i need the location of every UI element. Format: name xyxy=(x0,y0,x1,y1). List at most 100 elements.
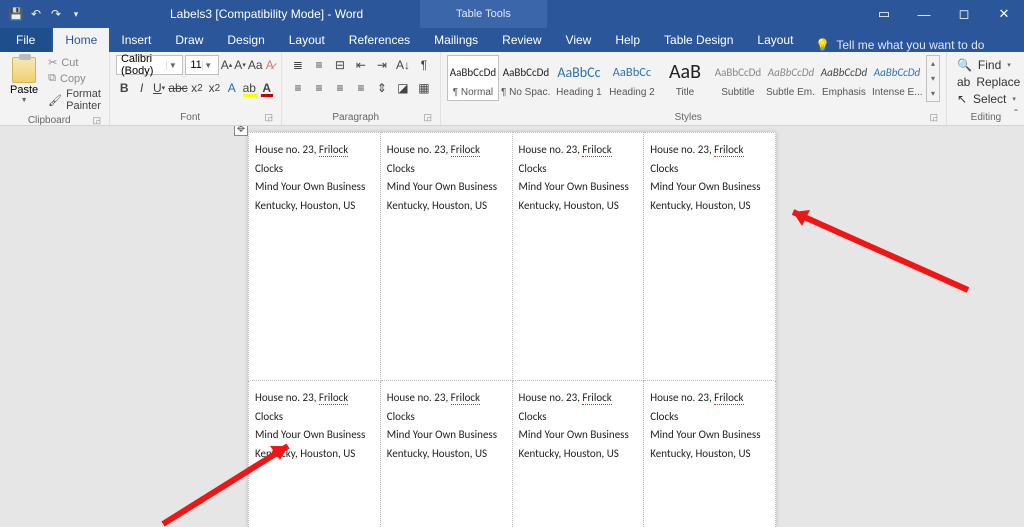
format-painter-button[interactable]: 🖌Format Painter xyxy=(46,87,103,113)
numbering-button[interactable]: ≡ xyxy=(309,55,329,75)
label-cell[interactable]: House no. 23, Frilock ClocksMind Your Ow… xyxy=(644,381,776,527)
tab-home[interactable]: Home xyxy=(53,28,109,52)
tab-insert[interactable]: Insert xyxy=(109,28,163,52)
align-center-button[interactable]: ≡ xyxy=(309,78,329,98)
line-spacing-button[interactable]: ⇕ xyxy=(372,78,392,98)
tab-view[interactable]: View xyxy=(554,28,604,52)
align-left-button[interactable]: ≡ xyxy=(288,78,308,98)
select-button[interactable]: ↖Select▾ xyxy=(953,91,1019,107)
grow-font-button[interactable]: A▴ xyxy=(221,55,233,75)
underline-button[interactable]: U▾ xyxy=(151,78,167,98)
style-tile---no-spac---[interactable]: AaBbCcDd¶ No Spac... xyxy=(500,55,552,101)
style-tile-emphasis[interactable]: AaBbCcDdEmphasis xyxy=(818,55,870,101)
style-tile-subtle-em---[interactable]: AaBbCcDdSubtle Em... xyxy=(765,55,817,101)
label-cell[interactable]: House no. 23, Frilock ClocksMind Your Ow… xyxy=(380,381,512,527)
document-area[interactable]: ✥ House no. 23, Frilock ClocksMind Your … xyxy=(0,126,1024,527)
sort-button[interactable]: A↓ xyxy=(393,55,413,75)
bullets-button[interactable]: ≣ xyxy=(288,55,308,75)
font-dialog-launcher[interactable]: ◲ xyxy=(264,112,273,123)
style-tile-subtitle[interactable]: AaBbCcDdSubtitle xyxy=(712,55,764,101)
style-tile-title[interactable]: AaBTitle xyxy=(659,55,711,101)
group-styles: AaBbCcDd¶ NormalAaBbCcDd¶ No Spac...AaBb… xyxy=(441,52,947,125)
font-size-combo[interactable]: 11▼ xyxy=(185,55,218,75)
minimize-button[interactable]: — xyxy=(904,0,944,28)
redo-icon[interactable]: ↷ xyxy=(48,6,64,22)
tab-references[interactable]: References xyxy=(337,28,422,52)
style-tile-heading-1[interactable]: AaBbCcHeading 1 xyxy=(553,55,605,101)
label-cell[interactable]: House no. 23, Frilock ClocksMind Your Ow… xyxy=(644,133,776,381)
text-effects-button[interactable]: A xyxy=(224,78,240,98)
tell-me-search[interactable]: 💡 Tell me what you want to do xyxy=(815,38,984,52)
change-case-button[interactable]: Aa xyxy=(248,55,263,75)
font-name-value: Calibri (Body) xyxy=(121,53,166,77)
shading-button[interactable]: ◪ xyxy=(393,78,413,98)
paste-label: Paste xyxy=(10,84,38,96)
tab-draw[interactable]: Draw xyxy=(163,28,215,52)
justify-button[interactable]: ≡ xyxy=(351,78,371,98)
cut-button[interactable]: ✂ Cut xyxy=(46,55,103,70)
clipboard-dialog-launcher[interactable]: ◲ xyxy=(92,115,101,126)
paste-button[interactable]: Paste ▼ xyxy=(6,55,42,113)
group-font: Calibri (Body)▼ 11▼ A▴ A▾ Aa A̷ B I U▾ a… xyxy=(110,52,282,125)
tab-help[interactable]: Help xyxy=(603,28,652,52)
find-button[interactable]: 🔍Find▾ xyxy=(953,57,1019,73)
styles-more-button[interactable]: ▴▾▾ xyxy=(926,55,940,102)
highlight-button[interactable]: ab xyxy=(241,78,257,98)
tell-me-label: Tell me what you want to do xyxy=(836,38,984,52)
tab-review[interactable]: Review xyxy=(490,28,553,52)
maximize-button[interactable]: ◻ xyxy=(944,0,984,28)
labels-table[interactable]: House no. 23, Frilock ClocksMind Your Ow… xyxy=(248,132,776,527)
tab-file[interactable]: File xyxy=(0,28,51,52)
italic-button[interactable]: I xyxy=(133,78,149,98)
tab-table-design[interactable]: Table Design xyxy=(652,28,745,52)
font-group-label: Font xyxy=(180,112,200,123)
search-icon: 🔍 xyxy=(957,58,972,72)
qat-customize-icon[interactable]: ▾ xyxy=(68,6,84,22)
multilevel-button[interactable]: ⊟ xyxy=(330,55,350,75)
tab-layout[interactable]: Layout xyxy=(277,28,337,52)
borders-button[interactable]: ▦ xyxy=(414,78,434,98)
subscript-button[interactable]: x2 xyxy=(189,78,205,98)
superscript-button[interactable]: x2 xyxy=(206,78,222,98)
paragraph-dialog-launcher[interactable]: ◲ xyxy=(423,112,432,123)
label-cell[interactable]: House no. 23, Frilock ClocksMind Your Ow… xyxy=(512,133,644,381)
style-tile---normal[interactable]: AaBbCcDd¶ Normal xyxy=(447,55,499,101)
collapse-ribbon-button[interactable]: ˆ xyxy=(1014,107,1018,121)
chevron-down-icon: ▼ xyxy=(21,97,28,104)
clear-formatting-button[interactable]: A̷ xyxy=(265,55,275,75)
label-cell[interactable]: House no. 23, Frilock ClocksMind Your Ow… xyxy=(380,133,512,381)
tab-mailings[interactable]: Mailings xyxy=(422,28,490,52)
paragraph-group-label: Paragraph xyxy=(332,112,379,123)
close-button[interactable]: ✕ xyxy=(984,0,1024,28)
label-cell[interactable]: House no. 23, Frilock ClocksMind Your Ow… xyxy=(249,381,381,527)
font-color-button[interactable]: A xyxy=(258,78,274,98)
cut-label: Cut xyxy=(61,57,78,69)
styles-gallery[interactable]: AaBbCcDd¶ NormalAaBbCcDd¶ No Spac...AaBb… xyxy=(447,55,940,102)
copy-button[interactable]: ⧉Copy xyxy=(46,71,103,86)
annotation-arrow-top xyxy=(778,200,978,303)
table-move-handle[interactable]: ✥ xyxy=(234,126,248,136)
label-cell[interactable]: House no. 23, Frilock ClocksMind Your Ow… xyxy=(512,381,644,527)
show-marks-button[interactable]: ¶ xyxy=(414,55,434,75)
window-controls: ▭ — ◻ ✕ xyxy=(864,0,1024,28)
replace-button[interactable]: abReplace xyxy=(953,74,1019,90)
tab-layout-table[interactable]: Layout xyxy=(745,28,805,52)
tab-design[interactable]: Design xyxy=(215,28,276,52)
style-tile-intense-e---[interactable]: AaBbCcDdIntense E... xyxy=(871,55,923,101)
font-name-combo[interactable]: Calibri (Body)▼ xyxy=(116,55,183,75)
styles-dialog-launcher[interactable]: ◲ xyxy=(929,112,938,123)
strikethrough-button[interactable]: abc xyxy=(168,78,187,98)
style-tile-heading-2[interactable]: AaBbCcHeading 2 xyxy=(606,55,658,101)
shrink-font-button[interactable]: A▾ xyxy=(234,55,246,75)
label-cell[interactable]: House no. 23, Frilock ClocksMind Your Ow… xyxy=(249,133,381,381)
undo-icon[interactable]: ↶ xyxy=(28,6,44,22)
bold-button[interactable]: B xyxy=(116,78,132,98)
ribbon: Paste ▼ ✂Cut ⧉Copy 🖌Format Painter Clipb… xyxy=(0,52,1024,126)
save-icon[interactable]: 💾 xyxy=(8,6,24,22)
increase-indent-button[interactable]: ⇥ xyxy=(372,55,392,75)
align-right-button[interactable]: ≡ xyxy=(330,78,350,98)
ribbon-display-options-icon[interactable]: ▭ xyxy=(864,0,904,28)
decrease-indent-button[interactable]: ⇤ xyxy=(351,55,371,75)
scissors-icon: ✂ xyxy=(48,56,57,69)
group-paragraph: ≣ ≡ ⊟ ⇤ ⇥ A↓ ¶ ≡ ≡ ≡ ≡ ⇕ ◪ ▦ Paragraph ◲ xyxy=(282,52,441,125)
